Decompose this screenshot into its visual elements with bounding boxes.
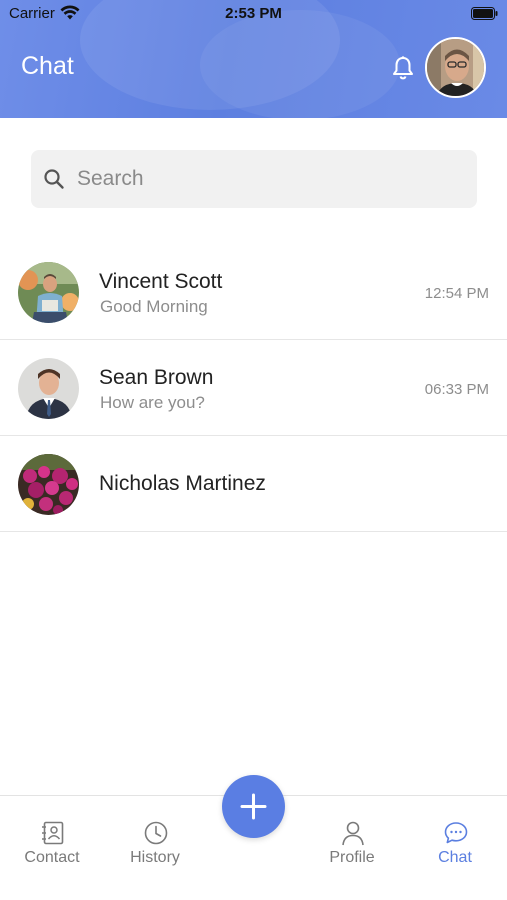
chat-item-nicholas-martinez[interactable]: Nicholas Martinez	[0, 436, 507, 532]
new-chat-button[interactable]	[222, 775, 285, 838]
chat-item-sean-brown[interactable]: Sean Brown How are you? 06:33 PM	[0, 340, 507, 436]
tab-label: Chat	[438, 849, 472, 866]
status-bar: Carrier 2:53 PM	[0, 0, 507, 28]
page-title: Chat	[21, 52, 74, 80]
search-input[interactable]	[77, 150, 457, 208]
chat-name: Nicholas Martinez	[99, 472, 266, 495]
contact-book-icon	[42, 821, 64, 845]
user-avatar-image	[427, 39, 484, 96]
plus-icon	[240, 793, 267, 820]
bell-icon[interactable]	[391, 55, 415, 81]
tab-history[interactable]: History	[105, 796, 205, 900]
avatar-image	[18, 454, 79, 515]
chat-list: Vincent Scott Good Morning 12:54 PM Sean…	[0, 244, 507, 532]
battery-icon	[471, 7, 498, 20]
avatar	[18, 262, 79, 323]
chat-time: 12:54 PM	[424, 285, 489, 302]
chat-name: Vincent Scott	[99, 270, 223, 293]
tab-chat[interactable]: Chat	[405, 796, 505, 900]
avatar	[18, 454, 79, 515]
app-header: Carrier 2:53 PM Chat	[0, 0, 507, 118]
chat-time: 06:33 PM	[424, 381, 489, 398]
chat-item-vincent-scott[interactable]: Vincent Scott Good Morning 12:54 PM	[0, 244, 507, 340]
person-icon	[342, 821, 364, 846]
tab-contact[interactable]: Contact	[2, 796, 102, 900]
clock-icon	[144, 821, 168, 845]
avatar-image	[18, 262, 79, 323]
tab-profile[interactable]: Profile	[302, 796, 402, 900]
avatar-image	[18, 358, 79, 419]
chat-name: Sean Brown	[99, 366, 214, 389]
tab-label: History	[130, 849, 180, 866]
search-icon	[44, 169, 64, 189]
chat-bubble-icon	[444, 822, 468, 844]
tab-label: Contact	[24, 849, 80, 866]
user-avatar[interactable]	[425, 37, 486, 98]
chat-last-message: How are you?	[100, 393, 205, 412]
chat-last-message: Good Morning	[100, 297, 208, 316]
clock-time: 2:53 PM	[225, 5, 282, 22]
search-box[interactable]	[31, 150, 477, 208]
avatar	[18, 358, 79, 419]
tab-label: Profile	[329, 849, 375, 866]
